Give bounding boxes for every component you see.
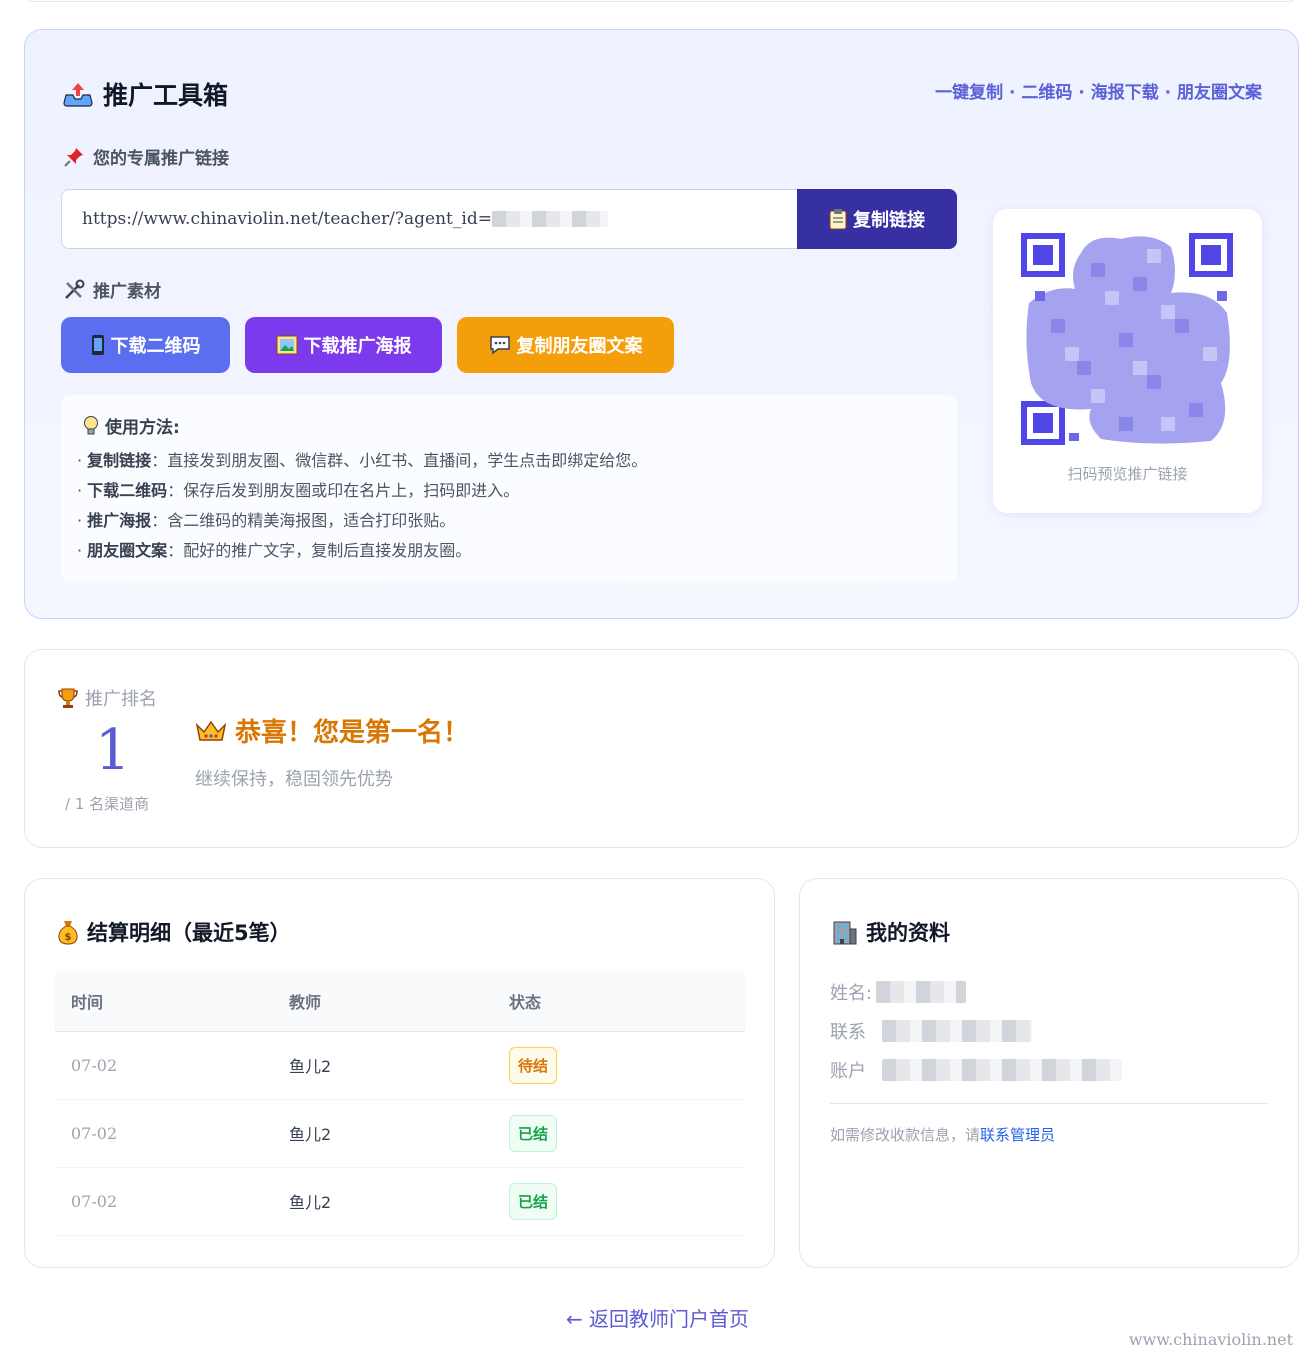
crown-icon (195, 719, 227, 743)
speech-bubble-icon (489, 335, 511, 355)
toolbox-title: 推广工具箱 (63, 76, 228, 112)
usage-line-poster: · 推广海报：含二维码的精美海报图，适合打印张贴。 (77, 511, 456, 530)
svg-text:$: $ (65, 932, 72, 943)
pushpin-icon (63, 146, 85, 168)
money-bag-icon: $ (57, 919, 79, 945)
ranking-label: 推广排名 (57, 685, 157, 711)
promotion-toolbox-card: 推广工具箱 一键复制 · 二维码 · 海报下载 · 朋友圈文案 您的专属推广链接… (24, 29, 1299, 619)
materials-button-row: 下载二维码 下载推广海报 复制朋友圈文案 (61, 317, 674, 373)
usage-instructions: 使用方法: · 复制链接：直接发到朋友圈、微信群、小红书、直播间，学生点击即绑定… (61, 395, 957, 583)
rank-congrats: 恭喜！您是第一名！ (195, 712, 469, 749)
back-to-portal-link[interactable]: ← 返回教师门户首页 (0, 1303, 1315, 1332)
promo-link-field[interactable]: https://www.chinaviolin.net/teacher/?age… (61, 189, 797, 249)
usage-line-moments: · 朋友圈文案：配好的推广文字，复制后直接发朋友圈。 (77, 541, 472, 560)
tools-icon (63, 279, 85, 301)
settlement-card: $ 结算明细（最近5笔） 时间 教师 状态 07-02 鱼儿2 待结 07-02… (24, 878, 775, 1268)
profile-card: 我的资料 姓名: 联系 账户 如需修改收款信息，请联系管理员 (799, 878, 1299, 1268)
table-row: 07-02 鱼儿2 待结 (55, 1031, 745, 1100)
materials-section-label: 推广素材 (63, 277, 161, 302)
status-badge: 待结 (509, 1046, 558, 1084)
toolbox-features: 一键复制 · 二维码 · 海报下载 · 朋友圈文案 (935, 83, 1262, 103)
rank-total: / 1 名渠道商 (65, 795, 150, 813)
profile-contact-row: 联系 (830, 1018, 1032, 1044)
profile-account-row: 账户 (830, 1057, 1122, 1083)
status-badge: 已结 (509, 1114, 558, 1152)
outbox-tray-icon (63, 81, 93, 107)
table-header-row: 时间 教师 状态 (55, 971, 745, 1032)
row-teacher: 鱼儿2 (273, 1167, 493, 1236)
row-teacher: 鱼儿2 (273, 1031, 493, 1100)
rank-subtitle: 继续保持，稳固领先优势 (195, 769, 393, 790)
promo-link-row: https://www.chinaviolin.net/teacher/?age… (61, 189, 957, 249)
usage-title: 使用方法: (83, 413, 935, 438)
column-header-teacher: 教师 (273, 971, 493, 1032)
mobile-phone-icon (91, 334, 105, 356)
copy-link-button[interactable]: 复制链接 (797, 189, 957, 249)
column-header-status: 状态 (493, 971, 745, 1032)
settlement-title: $ 结算明细（最近5笔） (57, 917, 291, 947)
row-date: 07-02 (55, 1099, 273, 1168)
link-section-label: 您的专属推广链接 (63, 144, 229, 169)
light-bulb-icon (83, 415, 99, 437)
redacted-account (882, 1059, 1122, 1081)
framed-picture-icon (276, 335, 298, 355)
row-date: 07-02 (55, 1167, 273, 1236)
office-building-icon (832, 919, 858, 945)
qr-code-image[interactable] (1021, 233, 1233, 445)
download-poster-button[interactable]: 下载推广海报 (245, 317, 442, 373)
table-row: 07-02 鱼儿2 已结 (55, 1167, 745, 1236)
profile-divider (830, 1103, 1268, 1104)
profile-note: 如需修改收款信息，请联系管理员 (830, 1126, 1056, 1144)
qr-caption: 扫码预览推广链接 (1067, 465, 1188, 483)
contact-admin-link[interactable]: 联系管理员 (980, 1126, 1055, 1144)
ranking-card: 推广排名 1 / 1 名渠道商 恭喜！您是第一名！ 继续保持，稳固领先优势 (24, 649, 1299, 848)
status-badge: 已结 (509, 1182, 558, 1220)
rank-number: 1 (95, 718, 131, 783)
profile-name-row: 姓名: (830, 979, 967, 1005)
clipboard-icon (829, 208, 847, 230)
settlement-table: 时间 教师 状态 07-02 鱼儿2 待结 07-02 鱼儿2 已结 07-02… (55, 971, 745, 1236)
row-date: 07-02 (55, 1031, 273, 1100)
column-header-time: 时间 (55, 971, 273, 1032)
redacted-agent-id (491, 211, 608, 227)
table-row: 07-02 鱼儿2 已结 (55, 1099, 745, 1168)
usage-line-download-qr: · 下载二维码：保存后发到朋友圈或印在名片上，扫码即进入。 (77, 481, 520, 500)
row-teacher: 鱼儿2 (273, 1099, 493, 1168)
previous-card-edge (24, 0, 1299, 2)
copy-moments-text-button[interactable]: 复制朋友圈文案 (457, 317, 674, 373)
trophy-icon (57, 687, 79, 709)
redacted-contact (882, 1020, 1032, 1042)
redacted-name (876, 981, 967, 1003)
profile-title: 我的资料 (832, 917, 950, 947)
qr-preview-card: 扫码预览推广链接 (993, 209, 1262, 513)
download-qr-button[interactable]: 下载二维码 (61, 317, 230, 373)
usage-line-copy-link: · 复制链接：直接发到朋友圈、微信群、小红书、直播间，学生点击即绑定给您。 (77, 451, 648, 470)
site-watermark: www.chinaviolin.net (1128, 1330, 1293, 1349)
